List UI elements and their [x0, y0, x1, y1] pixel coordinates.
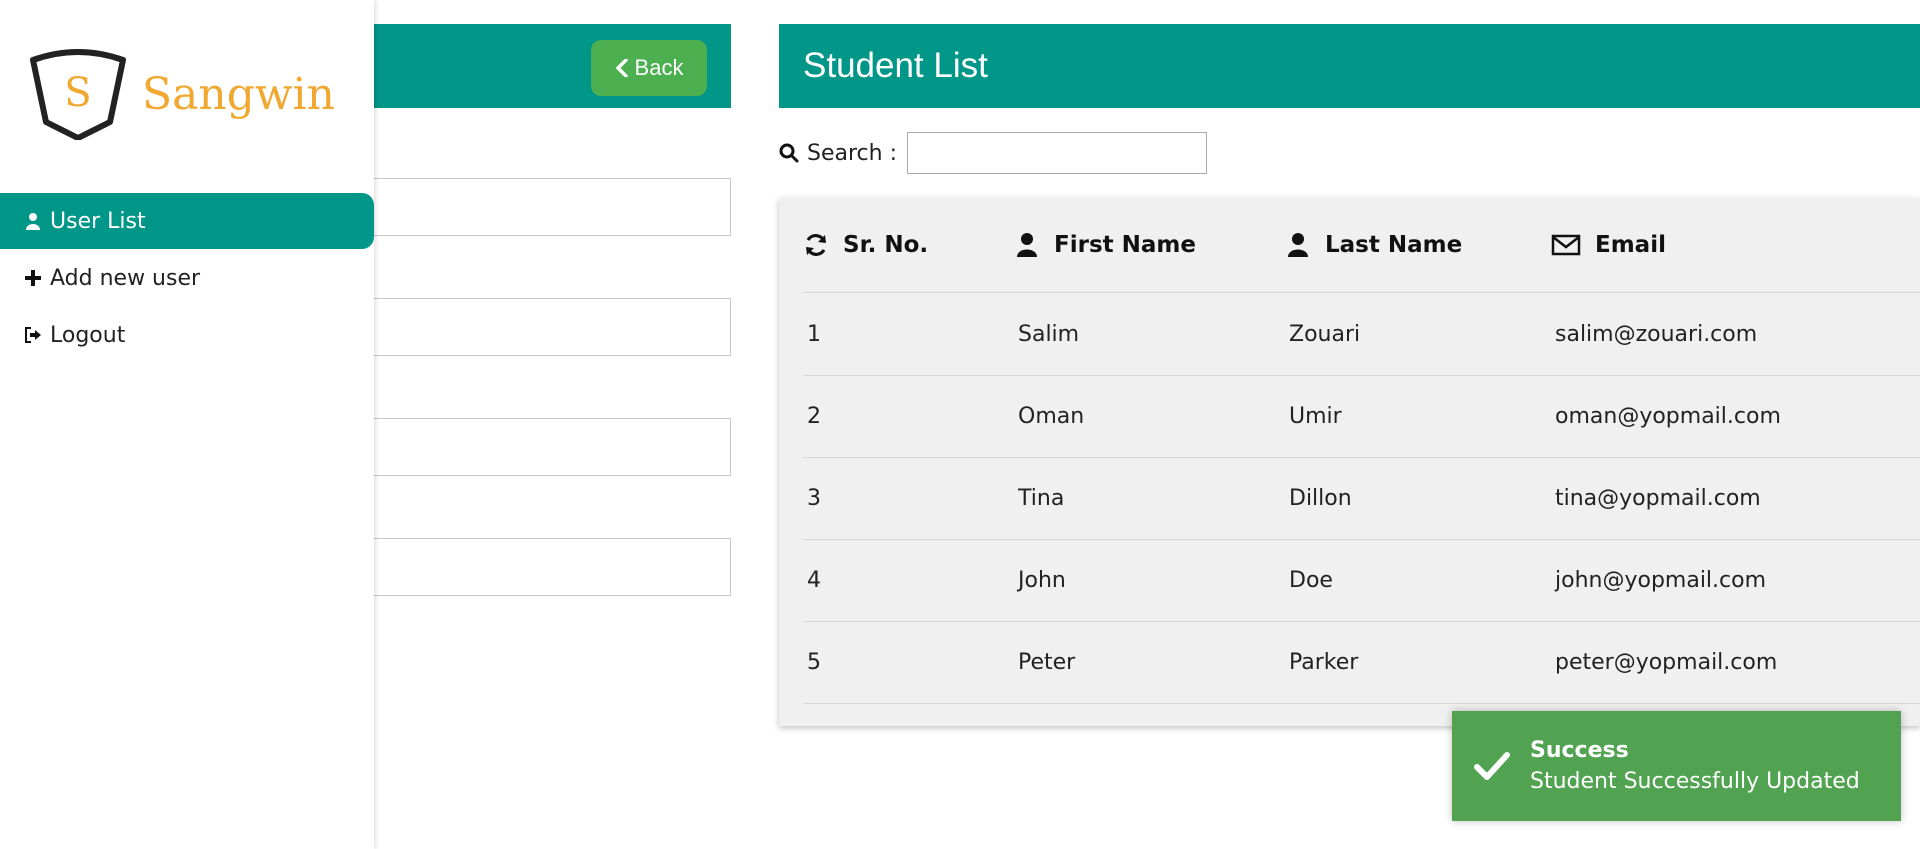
plus-icon	[25, 270, 41, 286]
page-title: Student List	[803, 46, 988, 85]
cell-email: tina@yopmail.com	[1555, 485, 1761, 511]
cell-last-name: Parker	[1289, 649, 1359, 675]
search-row: Search :	[779, 132, 1207, 174]
toast-title: Success	[1530, 738, 1629, 763]
search-icon	[779, 143, 799, 163]
sidebar-item-label: Add new user	[50, 265, 201, 291]
search-label: Search :	[807, 140, 897, 166]
student-table: Sr. No. First Name Last Name Email 1 Sal…	[779, 198, 1920, 726]
column-header-email[interactable]: Email	[1551, 198, 1666, 292]
cell-last-name: Umir	[1289, 403, 1342, 429]
cell-first-name: John	[1018, 567, 1066, 593]
sidebar-item-user-list[interactable]: User List	[0, 193, 374, 249]
checkmark-icon	[1474, 752, 1510, 780]
sidebar-item-label: Logout	[50, 322, 126, 348]
logo[interactable]: S Sangwin	[28, 48, 335, 140]
table-row[interactable]: 5 Peter Parker peter@yopmail.com	[803, 621, 1920, 704]
table-row[interactable]: 1 Salim Zouari salim@zouari.com	[803, 293, 1920, 376]
cell-email: salim@zouari.com	[1555, 321, 1758, 347]
toast-content: Success Student Successfully Updated	[1530, 738, 1860, 794]
success-toast[interactable]: Success Student Successfully Updated	[1452, 711, 1901, 821]
column-header-sr-no[interactable]: Sr. No.	[803, 198, 928, 292]
back-button[interactable]: Back	[591, 40, 707, 96]
cell-email: peter@yopmail.com	[1555, 649, 1778, 675]
column-header-last-name[interactable]: Last Name	[1285, 198, 1462, 292]
user-icon	[26, 213, 40, 230]
cell-email: oman@yopmail.com	[1555, 403, 1781, 429]
column-header-label: Last Name	[1325, 232, 1463, 258]
user-icon	[1288, 233, 1308, 257]
back-button-label: Back	[634, 55, 684, 80]
cell-sr-no: 3	[807, 485, 821, 511]
column-header-label: Email	[1595, 232, 1666, 258]
toast-message: Student Successfully Updated	[1530, 769, 1860, 794]
column-header-label: First Name	[1054, 232, 1196, 258]
logo-letter: S	[64, 70, 91, 116]
cell-first-name: Peter	[1018, 649, 1076, 675]
cell-sr-no: 1	[807, 321, 821, 347]
column-header-label: Sr. No.	[843, 232, 929, 258]
cell-first-name: Salim	[1018, 321, 1080, 347]
sidebar: S Sangwin User List Add new user Logout	[0, 0, 374, 849]
cell-email: john@yopmail.com	[1555, 567, 1767, 593]
sidebar-item-logout[interactable]: Logout	[0, 307, 374, 363]
sidebar-item-add-new-user[interactable]: Add new user	[0, 250, 374, 306]
table-header: Sr. No. First Name Last Name Email	[803, 198, 1920, 293]
shield-logo-icon: S	[30, 49, 126, 140]
envelope-icon	[1551, 234, 1581, 256]
chevron-left-icon	[615, 59, 628, 77]
logo-text: Sangwin	[142, 68, 335, 120]
table-row[interactable]: 2 Oman Umir oman@yopmail.com	[803, 375, 1920, 458]
cell-last-name: Dillon	[1289, 485, 1352, 511]
student-list-header: Student List	[779, 24, 1920, 108]
sidebar-item-label: User List	[50, 208, 146, 234]
cell-sr-no: 5	[807, 649, 821, 675]
cell-last-name: Doe	[1289, 567, 1333, 593]
search-input[interactable]	[907, 132, 1207, 174]
cell-sr-no: 4	[807, 567, 821, 593]
cell-first-name: Tina	[1018, 485, 1065, 511]
table-row[interactable]: 4 John Doe john@yopmail.com	[803, 539, 1920, 622]
column-header-first-name[interactable]: First Name	[1014, 198, 1196, 292]
cell-sr-no: 2	[807, 403, 821, 429]
table-row[interactable]: 3 Tina Dillon tina@yopmail.com	[803, 457, 1920, 540]
cell-first-name: Oman	[1018, 403, 1085, 429]
logout-icon	[25, 327, 41, 343]
refresh-icon	[806, 234, 826, 256]
user-icon	[1017, 233, 1037, 257]
cell-last-name: Zouari	[1289, 321, 1361, 347]
